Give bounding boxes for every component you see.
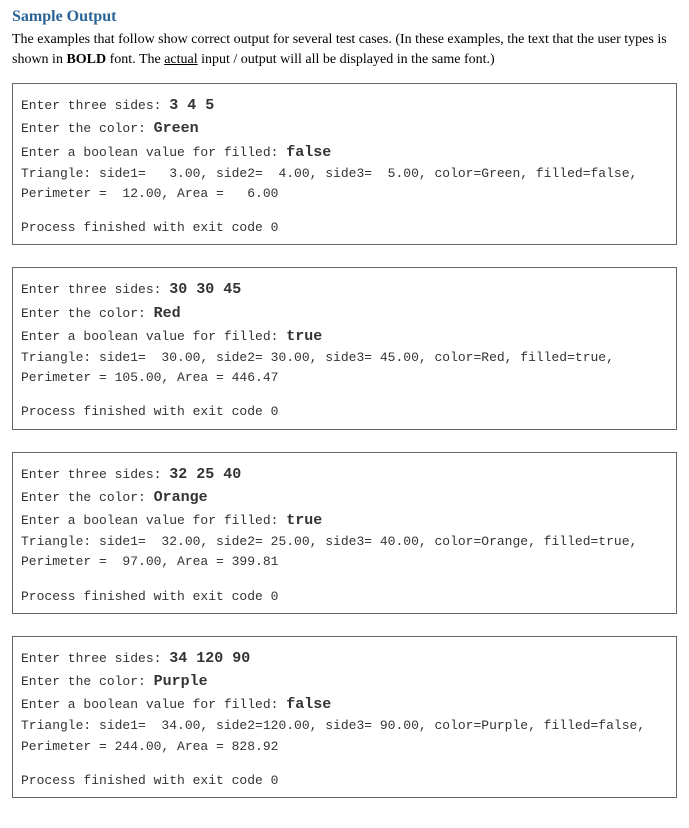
intro-underline: actual	[164, 52, 197, 67]
intro-bold: BOLD	[66, 52, 106, 67]
output-line: Enter three sides: 34 120 90	[21, 647, 668, 670]
user-input-color: Orange	[154, 489, 208, 506]
output-line: Enter the color: Purple	[21, 670, 668, 693]
user-input-filled: true	[286, 512, 322, 529]
prompt-sides: Enter three sides:	[21, 98, 169, 113]
output-line: Enter three sides: 3 4 5	[21, 94, 668, 117]
exit-line: Process finished with exit code 0	[21, 587, 668, 607]
user-input-color: Red	[154, 305, 181, 322]
prompt-color: Enter the color:	[21, 490, 154, 505]
result-line: Triangle: side1= 34.00, side2=120.00, si…	[21, 716, 668, 736]
exit-line: Process finished with exit code 0	[21, 402, 668, 422]
user-input-filled: false	[286, 696, 331, 713]
intro-text-2: font. The	[106, 52, 164, 67]
result-line: Perimeter = 244.00, Area = 828.92	[21, 737, 668, 757]
output-line: Enter a boolean value for filled: false	[21, 141, 668, 164]
result-line: Perimeter = 97.00, Area = 399.81	[21, 552, 668, 572]
section-heading: Sample Output	[12, 8, 677, 26]
prompt-color: Enter the color:	[21, 306, 154, 321]
exit-line: Process finished with exit code 0	[21, 218, 668, 238]
output-line: Enter the color: Orange	[21, 486, 668, 509]
prompt-filled: Enter a boolean value for filled:	[21, 697, 286, 712]
prompt-sides: Enter three sides:	[21, 467, 169, 482]
intro-text-3: input / output will all be displayed in …	[198, 52, 495, 67]
result-line: Perimeter = 105.00, Area = 446.47	[21, 368, 668, 388]
user-input-color: Purple	[154, 673, 208, 690]
user-input-color: Green	[154, 120, 199, 137]
user-input-filled: true	[286, 328, 322, 345]
user-input-filled: false	[286, 144, 331, 161]
output-line: Enter a boolean value for filled: true	[21, 325, 668, 348]
user-input-sides: 32 25 40	[169, 466, 241, 483]
prompt-sides: Enter three sides:	[21, 651, 169, 666]
output-line: Enter the color: Red	[21, 302, 668, 325]
result-line: Triangle: side1= 3.00, side2= 4.00, side…	[21, 164, 668, 184]
user-input-sides: 3 4 5	[169, 97, 214, 114]
prompt-sides: Enter three sides:	[21, 282, 169, 297]
prompt-filled: Enter a boolean value for filled:	[21, 513, 286, 528]
prompt-filled: Enter a boolean value for filled:	[21, 145, 286, 160]
output-line: Enter the color: Green	[21, 117, 668, 140]
sample-output-box: Enter three sides: 30 30 45 Enter the co…	[12, 267, 677, 429]
result-line: Triangle: side1= 32.00, side2= 25.00, si…	[21, 532, 668, 552]
exit-line: Process finished with exit code 0	[21, 771, 668, 791]
output-line: Enter three sides: 32 25 40	[21, 463, 668, 486]
sample-output-box: Enter three sides: 34 120 90 Enter the c…	[12, 636, 677, 798]
prompt-color: Enter the color:	[21, 674, 154, 689]
user-input-sides: 34 120 90	[169, 650, 250, 667]
user-input-sides: 30 30 45	[169, 281, 241, 298]
sample-output-box: Enter three sides: 3 4 5 Enter the color…	[12, 83, 677, 245]
result-line: Perimeter = 12.00, Area = 6.00	[21, 184, 668, 204]
output-line: Enter three sides: 30 30 45	[21, 278, 668, 301]
result-line: Triangle: side1= 30.00, side2= 30.00, si…	[21, 348, 668, 368]
sample-output-box: Enter three sides: 32 25 40 Enter the co…	[12, 452, 677, 614]
prompt-color: Enter the color:	[21, 121, 154, 136]
intro-paragraph: The examples that follow show correct ou…	[12, 30, 677, 69]
prompt-filled: Enter a boolean value for filled:	[21, 329, 286, 344]
output-line: Enter a boolean value for filled: true	[21, 509, 668, 532]
output-line: Enter a boolean value for filled: false	[21, 693, 668, 716]
